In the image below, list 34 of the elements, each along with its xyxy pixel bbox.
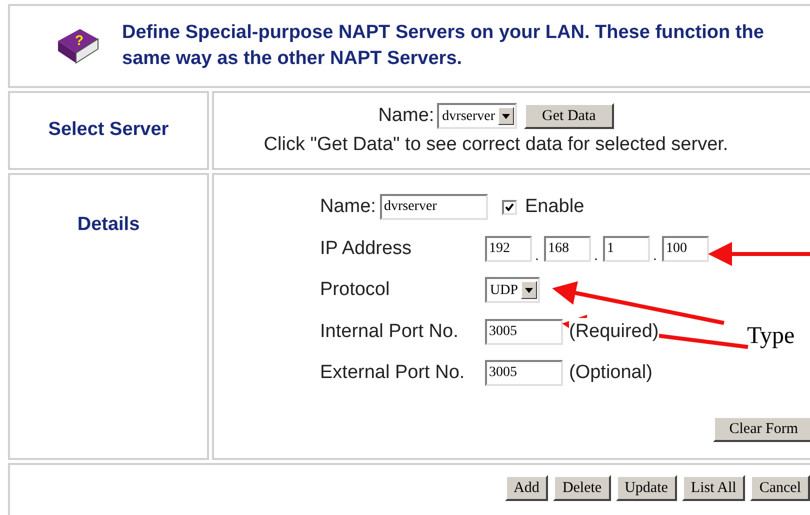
ip-octet-input[interactable]: 168 <box>544 236 591 262</box>
protocol-label: Protocol <box>320 278 391 302</box>
enable-label: Enable <box>524 195 584 219</box>
ip-octet-input[interactable]: 192 <box>485 236 532 262</box>
ip-separator: . <box>653 248 658 262</box>
optional-note: (Optional) <box>569 361 652 385</box>
details-heading: Details <box>77 213 140 237</box>
ip-octet-input[interactable]: 1 <box>603 236 650 262</box>
protocol-dropdown[interactable]: UDP <box>485 277 540 304</box>
internal-port-input[interactable]: 3005 <box>485 318 563 345</box>
ip-octet-input[interactable]: 100 <box>662 236 709 262</box>
server-name-dropdown[interactable]: dvrserver <box>437 103 518 130</box>
select-server-heading: Select Server <box>48 118 169 142</box>
header-text: Define Special-purpose NAPT Servers on your LAN. These function the same way as the other NAPT Servers. <box>122 21 765 71</box>
action-button[interactable]: Update <box>616 475 677 501</box>
external-port-label: External Port No. <box>320 361 466 385</box>
action-button[interactable]: List All <box>682 475 746 501</box>
enable-checkbox[interactable] <box>502 200 517 215</box>
action-button[interactable]: Add <box>504 475 548 501</box>
get-data-button[interactable]: Get Data <box>524 103 614 130</box>
name-label: Name: <box>378 104 434 128</box>
action-button[interactable]: Delete <box>553 475 611 501</box>
name-input[interactable]: dvrserver <box>380 194 488 220</box>
ip-separator: . <box>594 248 599 262</box>
annotation-text: Type <box>747 322 795 351</box>
clear-form-button[interactable]: Clear Form <box>713 416 810 442</box>
ip-separator: . <box>535 248 540 262</box>
get-data-hint: Click "Get Data" to see correct data for selected server. <box>264 132 728 156</box>
ip-address-label: IP Address <box>320 236 413 260</box>
checkmark-icon <box>504 203 514 212</box>
name-label: Name: <box>320 195 376 219</box>
internal-port-label: Internal Port No. <box>320 320 460 344</box>
external-port-input[interactable]: 3005 <box>485 360 563 386</box>
action-button[interactable]: Cancel <box>750 475 810 501</box>
